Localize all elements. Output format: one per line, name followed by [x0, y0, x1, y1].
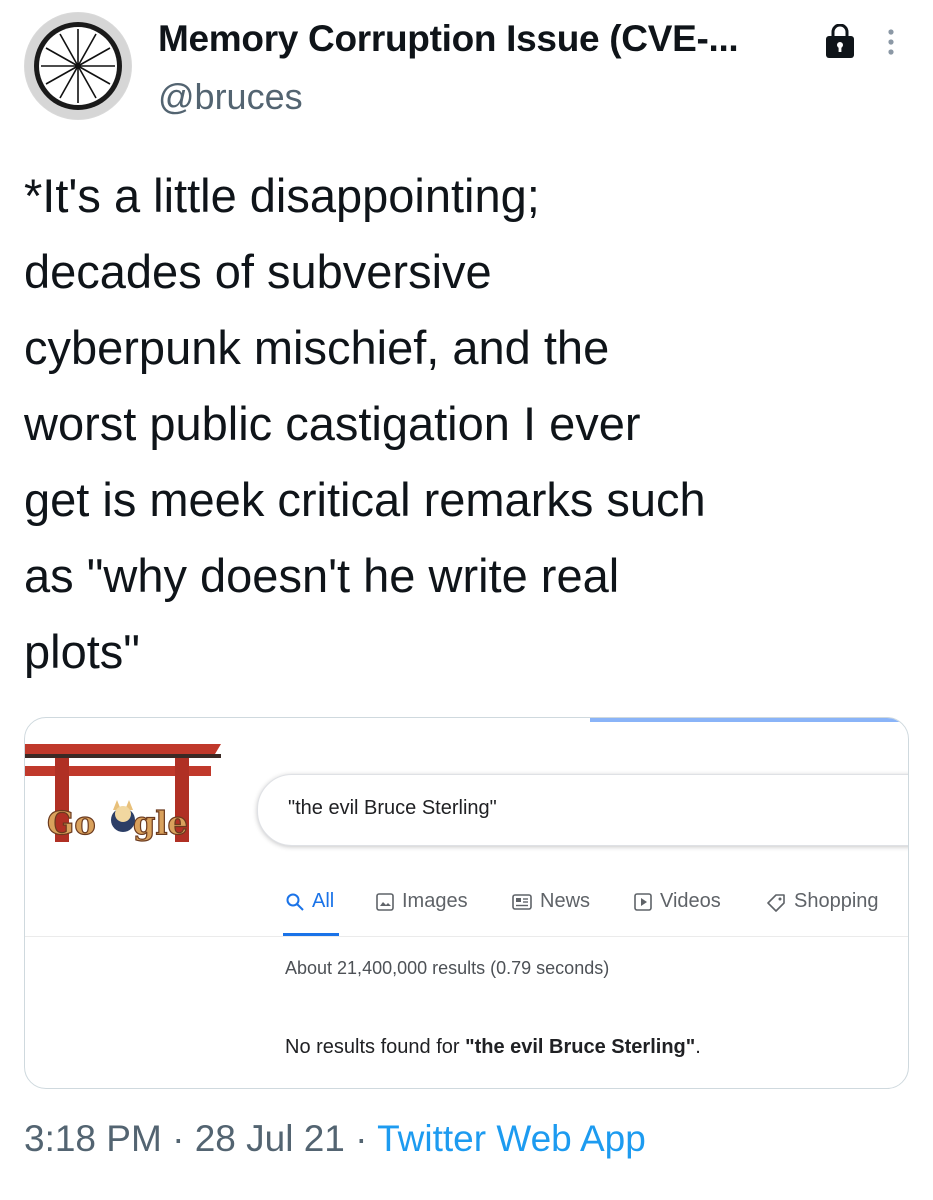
result-stats: About 21,400,000 results (0.79 seconds) — [285, 958, 610, 978]
tweet-header: Memory Corruption Issue (CVE-... @bruces — [0, 0, 933, 130]
tab-shopping[interactable]: Shopping — [765, 890, 879, 913]
embedded-screenshot[interactable]: Go gle "the evil Bruce Sterling" All Ima… — [24, 717, 909, 1089]
tweet-meta: 3:18 PM · 28 Jul 21 · Twitter Web App — [24, 1118, 646, 1160]
user-handle[interactable]: @bruces — [158, 76, 303, 118]
tweet-text-line: plots" — [24, 625, 140, 678]
video-icon — [634, 892, 652, 911]
tab-news[interactable]: News — [511, 890, 590, 913]
clock-avatar-icon — [25, 13, 131, 119]
tab-label: Shopping — [794, 890, 879, 912]
no-results-prefix: No results found for — [285, 1036, 466, 1058]
tab-images[interactable]: Images — [375, 890, 468, 913]
news-icon — [512, 893, 532, 910]
no-results-query: "the evil Bruce Sterling" — [465, 1036, 696, 1058]
doodle-gate-icon: Go gle — [25, 744, 221, 843]
tweet-text-line: as "why doesn't he write real — [24, 549, 620, 602]
tab-label: News — [540, 890, 591, 912]
no-results-suffix: . — [695, 1036, 701, 1058]
tab-label: Images — [402, 890, 468, 912]
more-vertical-icon[interactable] — [880, 24, 902, 64]
search-query-text: "the evil Bruce Sterling" — [288, 797, 497, 819]
tweet-text-line: *It's a little disappointing; — [24, 169, 540, 222]
tab-label: All — [312, 890, 335, 912]
tweet-text-line: get is meek critical remarks such — [24, 473, 706, 526]
meta-separator: · — [344, 1118, 378, 1159]
clock-avatar[interactable] — [24, 12, 132, 120]
image-icon — [376, 892, 394, 911]
tweet-source-link[interactable]: Twitter Web App — [377, 1118, 646, 1159]
svg-text:Go: Go — [47, 804, 96, 842]
search-input[interactable]: "the evil Bruce Sterling" — [257, 774, 908, 846]
tweet-text: *It's a little disappointing; decades of… — [24, 158, 919, 690]
tab-all[interactable]: All — [285, 890, 334, 913]
lock-icon — [820, 23, 860, 60]
loading-bar — [590, 718, 908, 722]
tab-label: Videos — [660, 890, 721, 912]
tweet-text-line: cyberpunk mischief, and the — [24, 321, 610, 374]
no-results-message: No results found for "the evil Bruce Ste… — [285, 1036, 701, 1059]
tweet-text-line: decades of subversive — [24, 245, 492, 298]
tab-videos[interactable]: Videos — [633, 890, 721, 913]
tweet-time[interactable]: 3:18 PM — [24, 1118, 162, 1159]
tweet-text-line: worst public castigation I ever — [24, 397, 641, 450]
divider — [25, 936, 908, 937]
tweet-date[interactable]: 28 Jul 21 — [195, 1118, 345, 1159]
tag-icon — [767, 893, 785, 912]
google-doodle-logo: Go gle — [25, 736, 225, 846]
svg-text:gle: gle — [133, 804, 188, 842]
display-name[interactable]: Memory Corruption Issue (CVE-... — [158, 18, 739, 60]
search-icon — [286, 893, 304, 911]
meta-separator: · — [161, 1118, 195, 1159]
